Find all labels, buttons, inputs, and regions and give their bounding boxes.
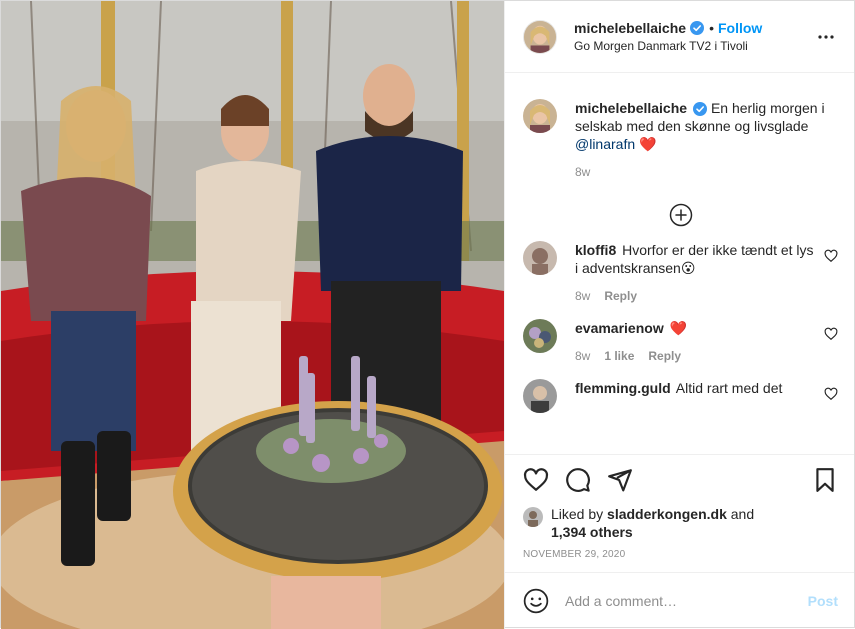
likes-prefix: Liked by [551, 506, 608, 522]
verified-badge-icon [690, 21, 705, 35]
avatar-image [524, 20, 556, 53]
comment-like-heart-icon[interactable] [824, 327, 838, 341]
paper-plane-icon[interactable] [607, 467, 633, 493]
comment-avatar[interactable] [523, 379, 557, 413]
comment-row: kloffi8 Hvorfor er der ikke tændt et lys… [523, 241, 838, 305]
action-bar [523, 455, 838, 505]
reply-button[interactable]: Reply [648, 347, 681, 365]
comment-text: Altid rart med det [672, 380, 783, 396]
comment-time[interactable]: 8w [575, 347, 590, 365]
instagram-post: michelebellaiche • Follow Go Morgen Danm… [0, 0, 855, 629]
comment-like-heart-icon[interactable] [824, 249, 838, 263]
caption-avatar[interactable] [523, 99, 557, 133]
plus-circle-icon[interactable] [669, 203, 693, 227]
heart-icon[interactable] [523, 467, 549, 493]
comment-meta: 8w 1 like Reply [575, 347, 816, 365]
bookmark-icon[interactable] [812, 467, 838, 493]
comment-likes-count[interactable]: 1 like [604, 347, 634, 365]
comment-avatar[interactable] [523, 241, 557, 275]
comment-like-heart-icon[interactable] [824, 387, 838, 401]
comment-emoji: ❤️ [669, 320, 688, 336]
smiley-icon[interactable] [523, 588, 549, 614]
post-date[interactable]: November 29, 2020 [523, 549, 838, 560]
comment-username[interactable]: evamarienow [575, 320, 664, 336]
comment-icon[interactable] [565, 467, 591, 493]
author-username[interactable]: michelebellaiche [574, 20, 686, 36]
header-text: michelebellaiche • Follow Go Morgen Danm… [574, 20, 814, 53]
caption-meta: 8w [575, 163, 838, 181]
post-button[interactable]: Post [808, 593, 838, 609]
verified-badge-icon [693, 102, 708, 117]
comment-row: flemming.guld Altid rart med det [523, 379, 838, 413]
caption-time[interactable]: 8w [575, 163, 590, 181]
comments-section[interactable]: michelebellaiche En herlig morgen i sels… [505, 73, 854, 454]
comment-emoji: 😮 [680, 260, 696, 276]
post-image [1, 1, 504, 629]
comment-body: evamarienow ❤️ 8w 1 like Reply [575, 319, 816, 365]
post-actions: Liked by sladderkongen.dk and 1,394 othe… [505, 454, 854, 572]
likes-middle: and [726, 506, 755, 522]
likes-text: Liked by sladderkongen.dk and 1,394 othe… [551, 505, 754, 541]
likes-count[interactable]: 1,394 others [551, 524, 633, 540]
caption-emoji: ❤️ [639, 136, 657, 152]
post-header: michelebellaiche • Follow Go Morgen Danm… [505, 1, 854, 73]
caption: michelebellaiche En herlig morgen i sels… [523, 99, 838, 181]
load-more [523, 203, 838, 227]
comment-body: flemming.guld Altid rart med det [575, 379, 816, 413]
caption-mention[interactable]: @linarafn [575, 136, 635, 152]
more-options-icon[interactable] [814, 25, 838, 49]
header-separator: • [709, 20, 714, 36]
comment-meta: 8w Reply [575, 287, 816, 305]
post-panel: michelebellaiche • Follow Go Morgen Danm… [504, 1, 854, 629]
add-comment-bar: Post [505, 572, 854, 629]
post-photo[interactable] [1, 1, 504, 629]
follow-button[interactable]: Follow [718, 20, 762, 36]
comment-body: kloffi8 Hvorfor er der ikke tændt et lys… [575, 241, 816, 305]
reply-button[interactable]: Reply [604, 287, 637, 305]
comment-avatar[interactable] [523, 319, 557, 353]
comment-username[interactable]: flemming.guld [575, 380, 671, 396]
caption-username[interactable]: michelebellaiche [575, 100, 687, 116]
comment-username[interactable]: kloffi8 [575, 242, 616, 258]
author-avatar[interactable] [523, 19, 557, 54]
likes-summary: Liked by sladderkongen.dk and 1,394 othe… [523, 505, 838, 541]
comment-time[interactable]: 8w [575, 287, 590, 305]
liker-username[interactable]: sladderkongen.dk [607, 506, 727, 522]
header-line: michelebellaiche • Follow [574, 20, 814, 36]
comment-row: evamarienow ❤️ 8w 1 like Reply [523, 319, 838, 365]
caption-body: michelebellaiche En herlig morgen i sels… [575, 99, 838, 181]
liker-avatar[interactable] [523, 507, 543, 527]
comment-input[interactable] [565, 593, 808, 609]
post-location[interactable]: Go Morgen Danmark TV2 i Tivoli [574, 39, 814, 53]
